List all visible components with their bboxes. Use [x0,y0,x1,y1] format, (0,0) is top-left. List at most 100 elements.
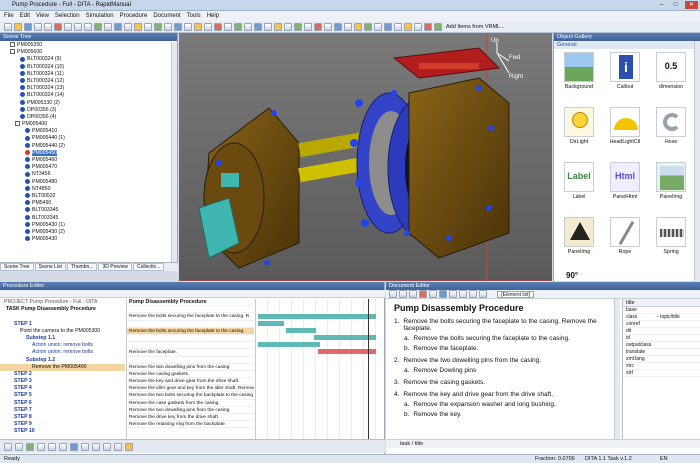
tree-row[interactable]: BLT000324 (11) [0,71,172,78]
gantt-bar[interactable] [258,321,284,326]
step-row[interactable] [127,357,254,364]
tree-row[interactable]: BLT000324 (10) [0,64,172,71]
maximize-button[interactable]: □ [669,1,682,9]
procedure-node[interactable]: Substep 1.2 [0,357,125,364]
procedure-node[interactable]: STEP 7 [0,407,125,414]
procedure-node[interactable]: Remove the PM005400 [0,363,125,371]
menu-item[interactable]: Document [153,13,180,19]
gantt-bar[interactable] [258,342,320,347]
gantt-bar[interactable] [258,314,376,319]
copy-icon[interactable] [74,22,82,31]
table-icon[interactable] [459,290,467,298]
step-row[interactable]: Remove the key and drive gear from the d… [127,378,254,386]
outdent-icon[interactable] [479,290,487,298]
paste-icon[interactable] [84,22,92,31]
step-row[interactable] [127,335,254,343]
tool6-icon[interactable] [304,22,312,31]
scene-tab[interactable]: Scene List [34,263,66,271]
scene-tab[interactable]: Thumbn... [66,263,98,271]
attribute-row[interactable]: base [623,307,700,314]
step-row[interactable]: Remove the bolts securing the faceplate … [127,313,254,321]
select-icon[interactable] [124,22,132,31]
tool8-icon[interactable] [324,22,332,31]
step-row[interactable] [127,342,254,350]
new-icon[interactable] [4,22,12,31]
doc-step[interactable]: 2. Remove the two dowelling pins from the… [394,357,619,364]
step-row[interactable]: Remove the drive key from the drive shaf… [127,414,254,422]
tree-row[interactable]: PM005430 (1) [0,222,172,229]
tree-row[interactable]: PM005410 [0,128,172,135]
gallery-item[interactable]: Background [557,52,601,90]
menu-item[interactable]: Procedure [120,13,148,19]
tree-row[interactable]: BLT000324 (12) [0,78,172,85]
tree-row[interactable]: BLT000324 (13) [0,85,172,92]
bold-icon[interactable] [389,290,397,298]
tree-row[interactable]: BLT003345 [0,215,172,222]
fit-icon[interactable] [174,22,182,31]
attribute-row[interactable]: conref [623,321,700,328]
step-row[interactable]: Remove the casing gaskets. [127,371,254,379]
document-breadcrumb[interactable]: task / title [386,439,700,448]
image-icon[interactable] [449,290,457,298]
hide-icon[interactable] [204,22,212,31]
red-tool-icon[interactable] [214,22,222,31]
close-button[interactable]: ✕ [685,1,698,9]
doc-substep[interactable]: a. Remove the expansion washer and long b… [394,401,619,408]
procedure-node[interactable]: PROJECT Pump Procedure - Full - DITA [0,299,125,306]
pause-icon[interactable] [37,442,45,451]
menu-item[interactable]: Help [207,13,219,19]
timeline-cursor[interactable] [368,299,369,439]
gallery-item[interactable]: 0.5 dimension [649,52,693,90]
camera-icon[interactable] [114,22,122,31]
step-row[interactable]: Remove the bolts securing the faceplate … [127,327,254,335]
pump-model[interactable]: Up Fwd Right [179,33,552,282]
procedure-node[interactable]: STEP 2 [0,371,125,378]
step-row[interactable]: Remove the faceplate. [127,349,254,357]
move-icon[interactable] [134,22,142,31]
step-row[interactable]: Remove the idler gear and key from the i… [127,385,254,393]
gallery-item[interactable]: Rope [603,217,647,255]
tree-row[interactable]: PM5490 [0,200,172,207]
menu-item[interactable]: Tools [187,13,201,19]
procedure-node[interactable]: STEP 9 [0,421,125,428]
tree-row[interactable]: PM005430 (2) [0,229,172,236]
tool16-icon[interactable] [404,22,412,31]
tool12-icon[interactable] [364,22,372,31]
attribute-row[interactable]: xtrf [623,370,700,377]
record-icon[interactable] [70,442,78,451]
procedure-node[interactable]: Action union: remove bolts [0,342,125,349]
procedure-node[interactable]: Substep 1.1 [0,335,125,342]
procedure-node[interactable]: STEP 6 [0,400,125,407]
delete-icon[interactable] [54,22,62,31]
doc-step[interactable]: 1. Remove the bolts securing the faceplat… [394,318,619,332]
explode-icon[interactable] [194,22,202,31]
tree-row[interactable]: PM005350 [0,42,172,49]
tree-row[interactable]: NT3456 [0,171,172,178]
add-items-icon[interactable] [434,22,442,31]
light-icon[interactable] [154,22,162,31]
tool2-icon[interactable] [264,22,272,31]
gantt-bar[interactable] [286,328,316,333]
attribute-value[interactable]: - topic/title [657,314,680,320]
tool13-icon[interactable] [374,22,382,31]
key-icon[interactable] [125,442,133,451]
doc-substep[interactable]: b. Remove the key. [394,411,619,418]
zoom-in-icon[interactable] [103,442,111,451]
italic-icon[interactable] [399,290,407,298]
checkbox-icon[interactable] [10,42,15,48]
scene-tree-scrollbar[interactable] [171,42,177,262]
document-content[interactable]: Pump Disassembly Procedure 1. Remove the … [394,303,619,439]
scene-tab[interactable]: Scene Tree [0,263,34,271]
link-icon[interactable] [439,290,447,298]
procedure-node[interactable]: STEP 5 [0,392,125,399]
procedure-node[interactable]: STEP 3 [0,378,125,385]
doc-substep[interactable]: a. Remove Dowling pins [394,367,619,374]
element-select[interactable]: {Element list} [497,290,535,298]
loop-icon[interactable] [81,442,89,451]
rewind-icon[interactable] [4,442,12,451]
grid-icon[interactable] [184,22,192,31]
tree-row[interactable]: PM005600 [0,49,172,56]
tree-row[interactable]: BLT003345 [0,207,172,214]
gallery-section-general[interactable]: General [554,41,695,49]
attribute-row[interactable]: xtrc [623,363,700,370]
